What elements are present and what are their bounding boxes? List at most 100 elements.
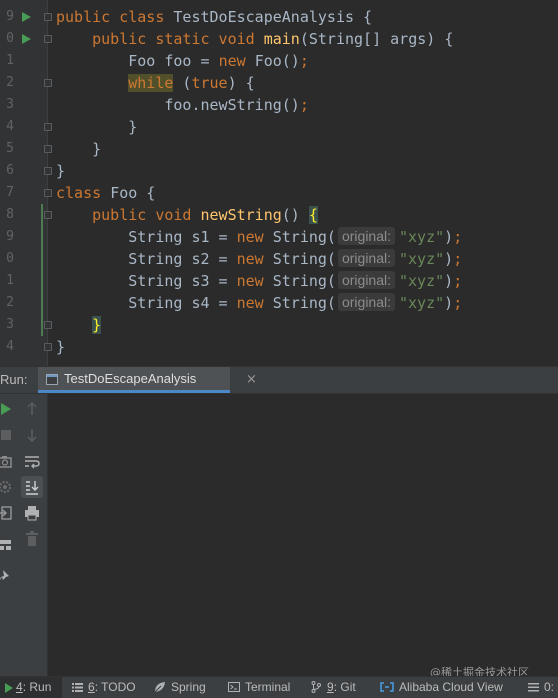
line-number: 2 (6, 75, 14, 90)
tool-tab-run[interactable]: 4: Run (0, 677, 62, 698)
code-token: "xyz" (399, 228, 445, 246)
line-number: 0 (6, 31, 14, 46)
code-line[interactable]: } (48, 160, 558, 182)
code-token: String( (272, 228, 336, 246)
code-line[interactable]: } (48, 116, 558, 138)
line-number: 7 (6, 185, 14, 200)
print-icon[interactable] (21, 502, 43, 524)
parameter-hint: original: (337, 227, 395, 245)
code-line[interactable]: String s3 = new String(original: "xyz"); (48, 270, 558, 292)
code-token: TestDoEscapeAnalysis { (173, 8, 373, 26)
tool-tab-todo-mnemonic: 6 (88, 680, 95, 694)
line-number: 6 (6, 163, 14, 178)
code-line[interactable]: foo.newString(); (48, 94, 558, 116)
run-gutter-icon[interactable] (22, 34, 31, 44)
camera-icon[interactable] (0, 450, 16, 472)
code-token: ) (444, 294, 454, 312)
run-icon[interactable] (0, 398, 16, 420)
code-line[interactable]: Foo foo = new Foo(); (48, 50, 558, 72)
code-token: String s3 = (56, 272, 237, 290)
code-token: String( (272, 250, 336, 268)
run-panel-header: Run: TestDoEscapeAnalysis × (0, 366, 558, 394)
code-token: String s1 = (56, 228, 237, 246)
parameter-hint: original: (337, 271, 395, 289)
code-token: new (236, 250, 273, 268)
code-line[interactable]: String s1 = new String(original: "xyz"); (48, 226, 558, 248)
code-line[interactable]: } (48, 138, 558, 160)
exit-icon[interactable] (0, 502, 16, 524)
code-token: } (56, 338, 66, 356)
line-number: 1 (6, 53, 14, 68)
code-token: new (218, 52, 255, 70)
run-gutter-icon[interactable] (22, 12, 31, 22)
scroll-to-end-icon[interactable] (21, 476, 43, 498)
run-tab-title: TestDoEscapeAnalysis (64, 371, 197, 386)
code-token: while (128, 74, 174, 92)
tool-tab-spring-label: Spring (171, 680, 206, 694)
code-editor[interactable]: 9 0 1 2 3 4 5 6 7 8 9 0 1 2 3 4 public class TestDoEsca… (0, 0, 558, 366)
code-token: () (281, 206, 309, 224)
code-token: ; (453, 272, 463, 290)
run-toolbar-right (16, 394, 48, 676)
stop-icon[interactable] (0, 424, 16, 446)
console-window-icon (46, 374, 58, 385)
code-token: ) (444, 272, 454, 290)
code-line[interactable]: class Foo { (48, 182, 558, 204)
code-line[interactable]: public void newString() { (48, 204, 558, 226)
tool-tab-run-label: : Run (22, 680, 52, 694)
parameter-hint: original: (337, 293, 395, 311)
tool-tab-terminal-label: Terminal (245, 680, 291, 694)
run-console[interactable] (0, 394, 558, 676)
trash-icon[interactable] (21, 528, 43, 550)
code-token: } (56, 162, 66, 180)
up-arrow-icon[interactable] (21, 398, 43, 420)
code-line[interactable]: public static void main(String[] args) { (48, 28, 558, 50)
layout-icon[interactable] (0, 534, 16, 556)
code-token: ) (444, 250, 454, 268)
code-line[interactable]: while (true) { (48, 72, 558, 94)
tool-tab-todo-label: : TODO (94, 680, 136, 694)
code-token: ) { (227, 74, 255, 92)
code-token: } (56, 118, 138, 136)
pin-icon[interactable] (0, 566, 16, 588)
code-token: ( (173, 74, 192, 92)
code-token: { (308, 206, 318, 224)
line-number: 3 (6, 97, 14, 112)
tool-tab-alibaba-label: Alibaba Cloud View (399, 680, 503, 694)
code-token: (String[] args) { (299, 30, 454, 48)
line-number: 8 (6, 207, 14, 222)
code-line[interactable]: } (48, 336, 558, 358)
spring-leaf-icon (154, 682, 165, 693)
code-token: foo.newString() (56, 96, 300, 114)
tool-tab-git-mnemonic: 9 (327, 680, 334, 694)
tool-window-bar: 4: Run 6: TODO Spring Terminal 9: Git Al… (0, 676, 558, 698)
code-token: main (263, 30, 300, 48)
code-area[interactable]: public class TestDoEscapeAnalysis { publ… (48, 0, 558, 366)
settings-icon[interactable] (0, 476, 16, 498)
soft-wrap-icon[interactable] (21, 450, 43, 472)
code-token: public class (56, 8, 174, 26)
code-line[interactable]: } (48, 314, 558, 336)
run-toolbar-left (0, 394, 16, 676)
code-token: ; (453, 294, 463, 312)
close-icon[interactable]: × (246, 373, 257, 387)
parameter-hint: original: (337, 249, 395, 267)
git-branch-icon (311, 681, 321, 693)
line-number: 3 (6, 317, 14, 332)
code-line[interactable]: String s4 = new String(original: "xyz"); (48, 292, 558, 314)
vcs-change-marker (41, 204, 43, 336)
code-token: new (236, 228, 273, 246)
code-line[interactable]: String s2 = new String(original: "xyz"); (48, 248, 558, 270)
code-token: Foo() (254, 52, 300, 70)
run-tab-testdoescapeanalysis[interactable]: TestDoEscapeAnalysis × (38, 367, 257, 393)
code-token: String s2 = (56, 250, 237, 268)
code-token: newString (200, 206, 282, 224)
code-token: ; (453, 228, 463, 246)
code-line[interactable]: public class TestDoEscapeAnalysis { (48, 6, 558, 28)
code-token: ) (444, 228, 454, 246)
down-arrow-icon[interactable] (21, 424, 43, 446)
terminal-icon (228, 682, 240, 692)
code-token: String( (272, 294, 336, 312)
line-number: 4 (6, 119, 14, 134)
